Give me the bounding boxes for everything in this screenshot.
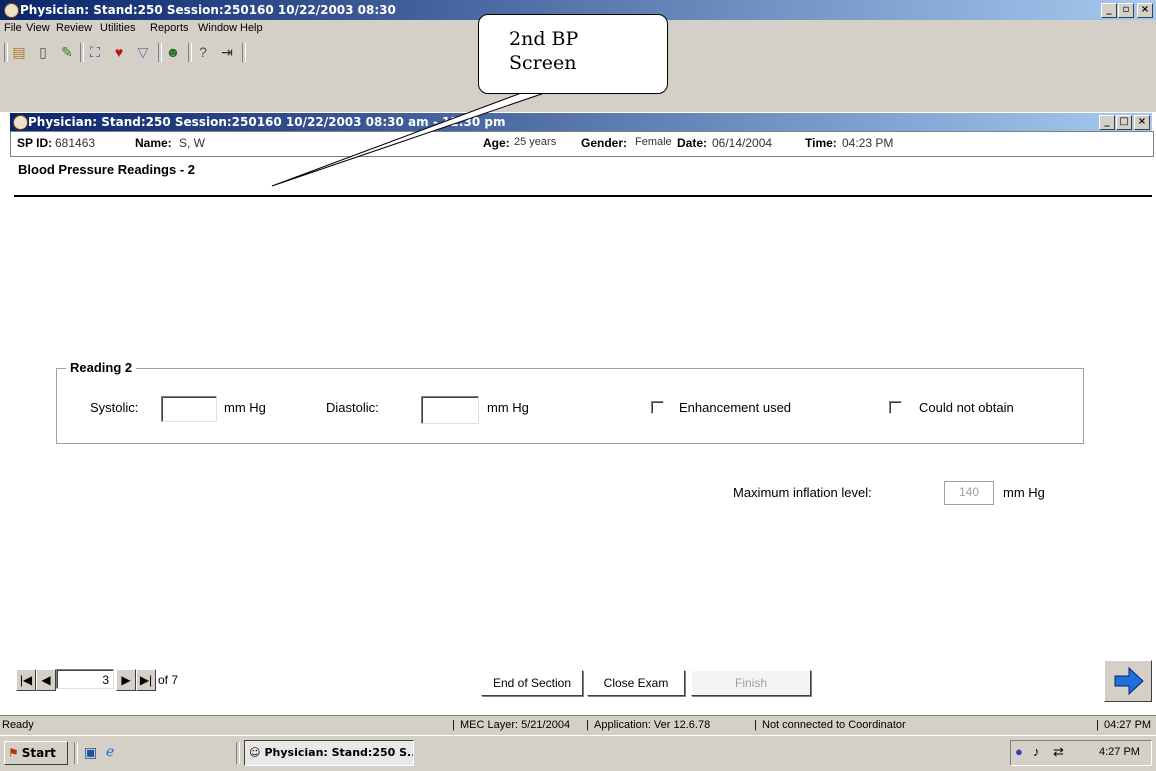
browser-icon[interactable]: ℯ bbox=[106, 743, 114, 760]
desktop-icon[interactable]: ▣ bbox=[84, 744, 97, 761]
diastolic-unit: mm Hg bbox=[487, 400, 529, 415]
taskbar-clock: 4:27 PM bbox=[1099, 746, 1140, 758]
connection-icon[interactable]: ⇄ bbox=[1053, 744, 1064, 760]
finish-button[interactable]: Finish bbox=[691, 670, 811, 696]
taskbar-app-button[interactable]: ☺ Physician: Stand:250 S... bbox=[244, 740, 414, 766]
status-ready: Ready bbox=[2, 719, 34, 731]
inflation-input[interactable]: 140 bbox=[944, 481, 994, 505]
diastolic-input[interactable] bbox=[421, 396, 479, 424]
could-not-obtain-label: Could not obtain bbox=[919, 400, 1014, 415]
systolic-unit: mm Hg bbox=[224, 400, 266, 415]
enhancement-checkbox[interactable] bbox=[651, 401, 664, 414]
status-application: Application: Ver 12.6.78 bbox=[594, 719, 711, 731]
volume-icon[interactable]: ♪ bbox=[1033, 744, 1040, 759]
inflation-unit: mm Hg bbox=[1003, 485, 1045, 500]
systolic-input[interactable] bbox=[161, 396, 217, 422]
taskbar-app-label: Physician: Stand:250 S... bbox=[264, 746, 414, 759]
record-navigator: |◀ ◀ 3 ▶ ▶| of 7 bbox=[16, 669, 256, 693]
taskbar: ⚑ Start ▣ ℯ ☺ Physician: Stand:250 S... ● … bbox=[0, 735, 1156, 771]
system-tray: ● ♪ ⇄ 4:27 PM bbox=[1010, 740, 1152, 766]
status-time: 04:27 PM bbox=[1104, 719, 1152, 731]
last-record-button[interactable]: ▶| bbox=[136, 669, 156, 691]
network-icon[interactable]: ● bbox=[1015, 744, 1023, 759]
windows-logo-icon: ⚑ bbox=[8, 746, 19, 760]
next-record-button[interactable]: ▶ bbox=[116, 669, 136, 691]
status-bar: Ready | MEC Layer: 5/21/2004 | Applicati… bbox=[0, 715, 1156, 735]
close-exam-button[interactable]: Close Exam bbox=[587, 670, 685, 696]
first-record-button[interactable]: |◀ bbox=[16, 669, 36, 691]
record-number-field[interactable]: 3 bbox=[56, 669, 114, 689]
taskbar-app-icon: ☺ bbox=[249, 746, 261, 759]
diastolic-label: Diastolic: bbox=[326, 400, 379, 415]
next-arrow-button[interactable] bbox=[1104, 660, 1152, 702]
status-coordinator: Not connected to Coordinator bbox=[762, 719, 906, 731]
status-mec-layer: MEC Layer: 5/21/2004 bbox=[460, 719, 571, 731]
prev-record-button[interactable]: ◀ bbox=[36, 669, 56, 691]
inflation-label: Maximum inflation level: bbox=[733, 485, 872, 500]
start-button[interactable]: ⚑ Start bbox=[4, 741, 68, 765]
reading-group-label: Reading 2 bbox=[66, 360, 137, 375]
could-not-obtain-checkbox[interactable] bbox=[889, 401, 902, 414]
enhancement-label: Enhancement used bbox=[679, 400, 792, 415]
systolic-label: Systolic: bbox=[90, 400, 139, 415]
end-of-section-button[interactable]: End of Section bbox=[481, 670, 583, 696]
start-label: Start bbox=[21, 746, 56, 760]
callout-pointer-cover bbox=[541, 85, 564, 87]
next-arrow-icon bbox=[1114, 666, 1144, 696]
record-total: of 7 bbox=[158, 673, 179, 687]
